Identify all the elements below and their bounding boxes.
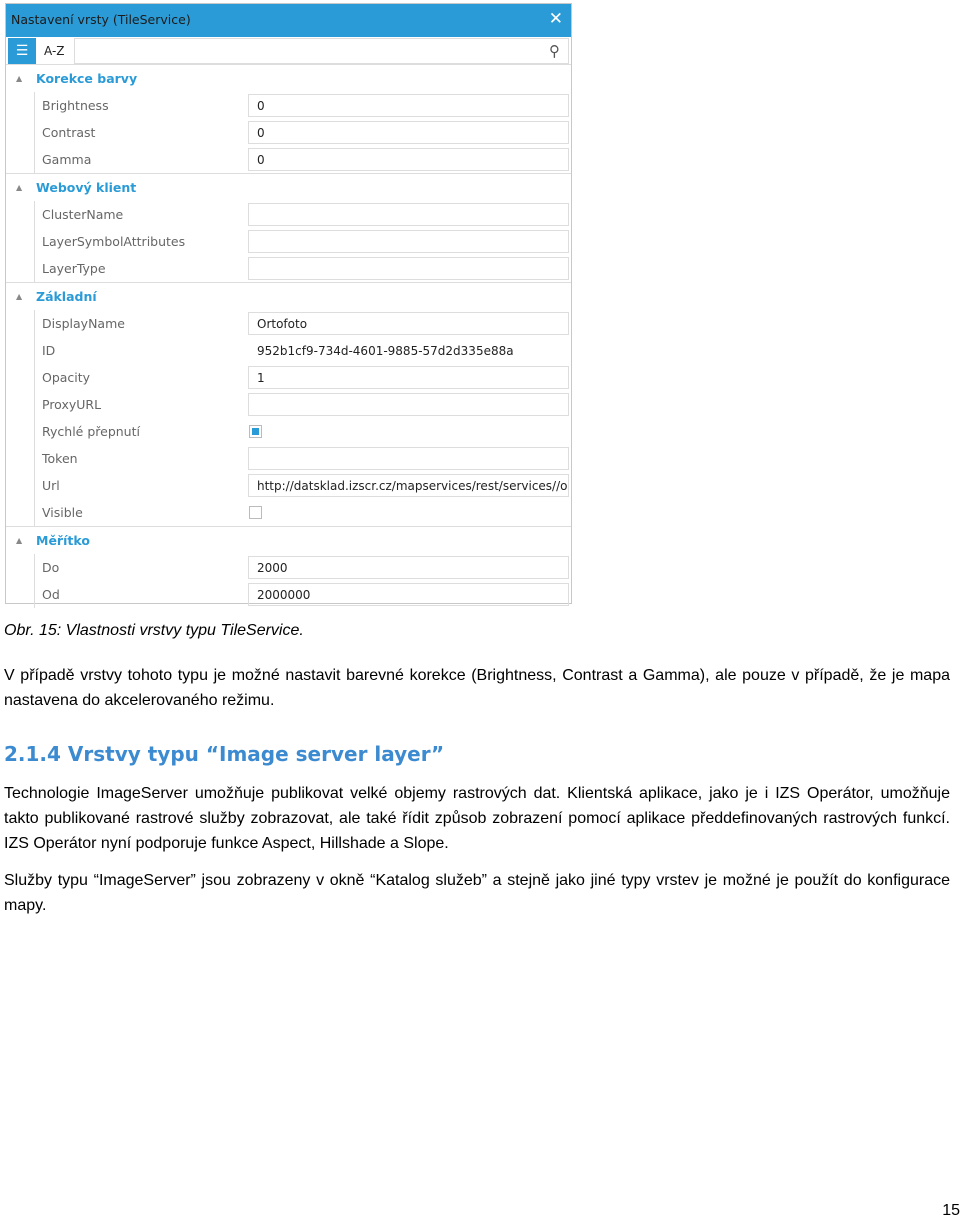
property-row: Contrast 0 bbox=[34, 119, 571, 146]
section-header[interactable]: ▲ Korekce barvy bbox=[6, 65, 571, 92]
paragraph: Služby typu “ImageServer” jsou zobrazeny… bbox=[4, 872, 950, 914]
dialog-titlebar: Nastavení vrsty (TileService) ✕ bbox=[6, 4, 571, 37]
property-row: LayerType bbox=[34, 255, 571, 282]
property-value-input[interactable] bbox=[248, 257, 569, 280]
property-grid: ▲ Korekce barvy Brightness 0 Contrast 0 Gamma 0… bbox=[6, 65, 571, 608]
property-label: LayerType bbox=[42, 261, 106, 276]
property-row: Token bbox=[34, 445, 571, 472]
property-label: ClusterName bbox=[42, 207, 124, 222]
property-row: ID 952b1cf9-734d-4601-9885-57d2d335e88a bbox=[34, 337, 571, 364]
property-row: ClusterName bbox=[34, 201, 571, 228]
property-label: ProxyURL bbox=[42, 397, 102, 412]
sort-az-button[interactable]: A-Z bbox=[36, 44, 73, 58]
property-row: Rychlé přepnutí bbox=[34, 418, 571, 445]
property-row: LayerSymbolAttributes bbox=[34, 228, 571, 255]
property-row: Do 2000 bbox=[34, 554, 571, 581]
property-row: Brightness 0 bbox=[34, 92, 571, 119]
property-value-input[interactable]: 2000 bbox=[248, 556, 569, 579]
property-value-input[interactable]: 1 bbox=[248, 366, 569, 389]
collapse-triangle-icon[interactable]: ▲ bbox=[6, 292, 36, 301]
paragraph: V případě vrstvy tohoto typu je možné na… bbox=[4, 667, 950, 709]
property-value-input[interactable]: 0 bbox=[248, 121, 569, 144]
page-number: 15 bbox=[942, 1202, 960, 1219]
figure-caption: Obr. 15: Vlastnosti vrstvy typu TileServ… bbox=[4, 622, 304, 639]
property-row: Opacity 1 bbox=[34, 364, 571, 391]
property-value-input[interactable]: http://datsklad.izscr.cz/mapservices/res… bbox=[248, 474, 569, 497]
property-value-input[interactable]: Ortofoto bbox=[248, 312, 569, 335]
collapse-triangle-icon[interactable]: ▲ bbox=[6, 536, 36, 545]
property-label: Token bbox=[42, 451, 78, 466]
property-value-input: 952b1cf9-734d-4601-9885-57d2d335e88a bbox=[257, 344, 514, 358]
close-icon[interactable]: ✕ bbox=[549, 9, 563, 29]
property-row: Od 2000000 bbox=[34, 581, 571, 608]
property-row: ProxyURL bbox=[34, 391, 571, 418]
property-value-input[interactable] bbox=[248, 393, 569, 416]
section-header[interactable]: ▲ Základní bbox=[6, 283, 571, 310]
property-label: Visible bbox=[42, 505, 83, 520]
section-title: Měřítko bbox=[36, 533, 90, 548]
property-row: Visible bbox=[34, 499, 571, 526]
collapse-triangle-icon[interactable]: ▲ bbox=[6, 183, 36, 192]
search-input[interactable]: ⚲ bbox=[74, 38, 569, 64]
property-label: LayerSymbolAttributes bbox=[42, 234, 186, 249]
property-checkbox[interactable] bbox=[249, 425, 262, 438]
property-value-input[interactable] bbox=[248, 230, 569, 253]
section-title: Korekce barvy bbox=[36, 71, 138, 86]
property-label: Contrast bbox=[42, 125, 96, 140]
section-heading: 2.1.4 Vrstvy typu “Image server layer” bbox=[4, 742, 445, 766]
section-header[interactable]: ▲ Měřítko bbox=[6, 527, 571, 554]
property-value-input[interactable]: 2000000 bbox=[248, 583, 569, 606]
property-label: Url bbox=[42, 478, 60, 493]
property-label: Brightness bbox=[42, 98, 109, 113]
property-label: DisplayName bbox=[42, 316, 125, 331]
search-icon[interactable]: ⚲ bbox=[549, 42, 560, 60]
property-label: Gamma bbox=[42, 152, 92, 167]
section-title: Základní bbox=[36, 289, 97, 304]
paragraph: Technologie ImageServer umožňuje publiko… bbox=[4, 785, 950, 852]
property-checkbox[interactable] bbox=[249, 506, 262, 519]
property-row: Gamma 0 bbox=[34, 146, 571, 173]
property-toolbar: ☰ A-Z ⚲ bbox=[6, 37, 571, 65]
property-label: Od bbox=[42, 587, 60, 602]
property-label: Rychlé přepnutí bbox=[42, 424, 140, 439]
property-value-input[interactable]: 0 bbox=[248, 148, 569, 171]
collapse-triangle-icon[interactable]: ▲ bbox=[6, 74, 36, 83]
property-label: ID bbox=[42, 343, 56, 358]
property-value-input[interactable]: 0 bbox=[248, 94, 569, 117]
dialog-title: Nastavení vrsty (TileService) bbox=[11, 12, 191, 27]
property-label: Do bbox=[42, 560, 60, 575]
property-row: Url http://datsklad.izscr.cz/mapservices/… bbox=[34, 472, 571, 499]
property-value-input[interactable] bbox=[248, 447, 569, 470]
property-value-input[interactable] bbox=[248, 203, 569, 226]
categorized-list-icon[interactable]: ☰ bbox=[8, 37, 36, 64]
property-label: Opacity bbox=[42, 370, 91, 385]
layer-settings-dialog: Nastavení vrsty (TileService) ✕ ☰ A-Z ⚲ … bbox=[5, 3, 572, 608]
property-row: DisplayName Ortofoto bbox=[34, 310, 571, 337]
section-title: Webový klient bbox=[36, 180, 137, 195]
section-header[interactable]: ▲ Webový klient bbox=[6, 174, 571, 201]
